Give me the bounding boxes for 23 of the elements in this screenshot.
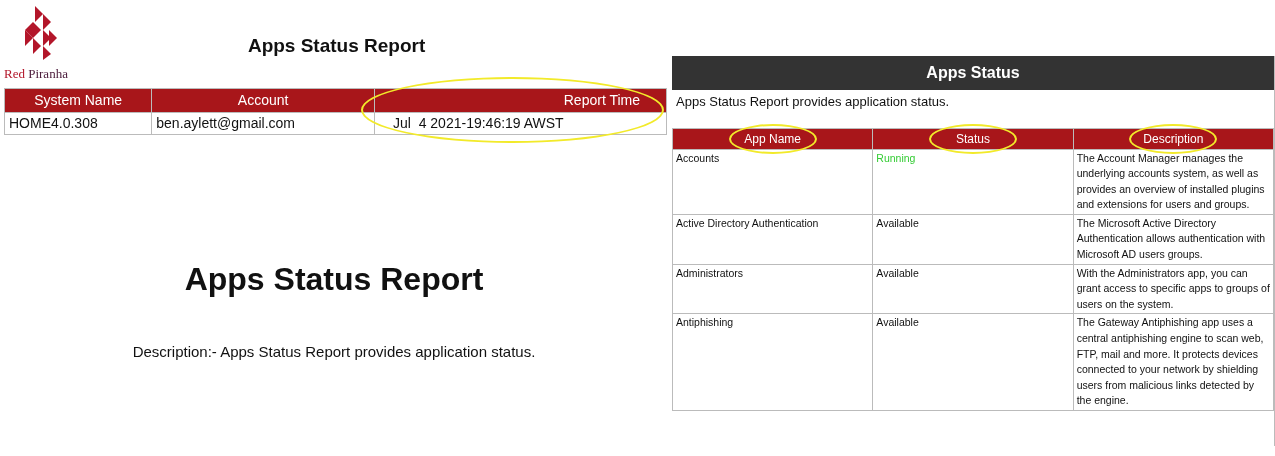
app-description: With the Administrators app, you can grant access to specific apps to groups of users on the system.	[1076, 266, 1270, 310]
table-cell: HOME4.0.308	[4, 112, 152, 134]
table-cell: ben.aylett@gmail.com	[151, 112, 375, 134]
cover-title: Apps Status Report	[183, 259, 485, 299]
section-title-bar: Apps Status	[672, 56, 1274, 90]
status-text: Available	[876, 266, 919, 279]
app-name: Active Directory Authentication	[676, 216, 819, 229]
app-name: Antiphishing	[676, 316, 734, 329]
column-header: System Name	[4, 88, 152, 112]
table-cell: Jul 4 2021-19:46:19 AWST	[374, 112, 667, 134]
status-text: Available	[876, 316, 919, 329]
report-title: Apps Status Report	[246, 34, 427, 58]
app-description: The Microsoft Active Directory Authentication allows authentication with Microsoft AD users groups.	[1076, 216, 1266, 261]
app-description: The Account Manager manages the underlying accounts system, as well as provides an overview of installed plugins and extensions for users and groups.	[1076, 151, 1265, 211]
logo-text: Red Piranha	[4, 65, 68, 83]
status-text: Available	[876, 216, 919, 229]
app-description: The Gateway Antiphishing app uses a central antiphishing engine to scan web, FTP, mail and more. It protects devices connected to your network by shielding users from malicious links detected by the engine.	[1076, 316, 1264, 407]
cover-description: Description:- Apps Status Report provides application status.	[131, 341, 537, 362]
status-text: Running	[876, 151, 916, 164]
column-header: Account	[151, 88, 375, 112]
app-name: Accounts	[676, 151, 720, 164]
section-intro: Apps Status Report provides application status.	[675, 93, 951, 111]
app-name: Administrators	[676, 266, 744, 279]
